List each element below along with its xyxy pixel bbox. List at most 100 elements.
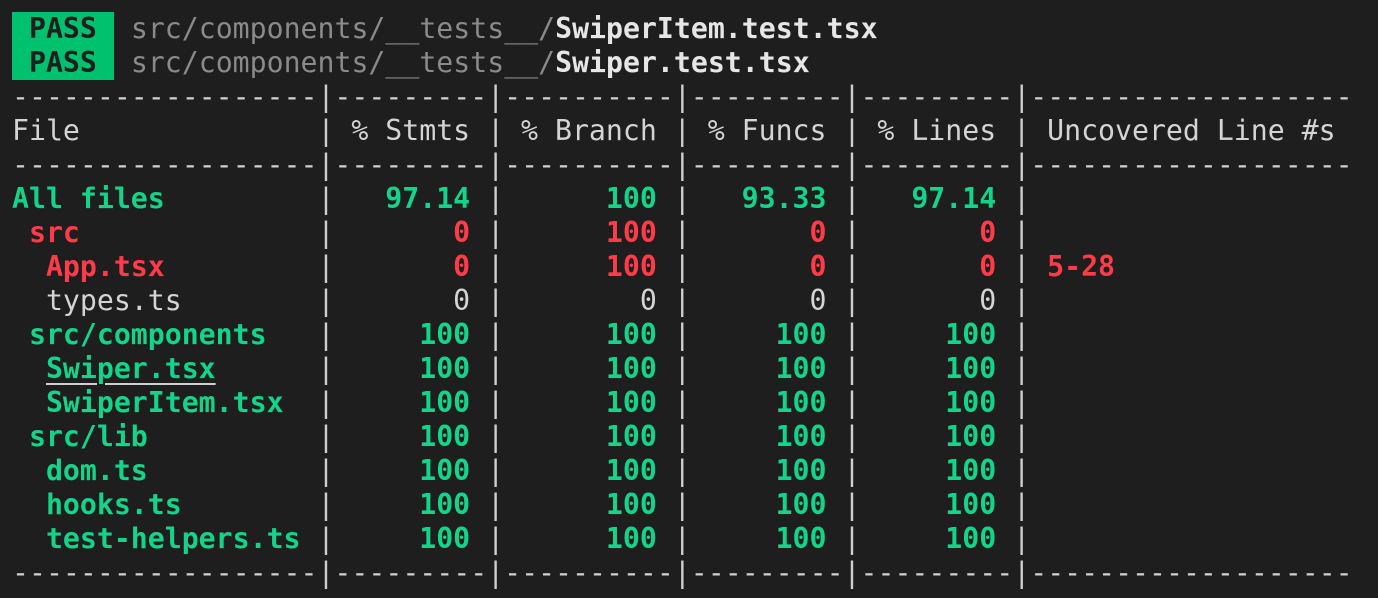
branch-cell: 0 — [504, 284, 674, 318]
lines-cell: 100 — [860, 352, 1013, 386]
stmts-value: 100 — [419, 386, 471, 419]
table-row: dom.ts | 100 | 100 | 100 | 100 | — [12, 454, 1353, 488]
column-divider: | — [317, 284, 335, 317]
column-divider: | — [487, 318, 505, 351]
funcs-value: 100 — [775, 522, 827, 555]
file-cell: SwiperItem.tsx — [12, 386, 317, 420]
funcs-value: 0 — [809, 216, 827, 249]
column-divider: | — [317, 420, 335, 453]
file-cell: test-helpers.ts — [12, 522, 317, 556]
column-divider: | — [673, 454, 691, 487]
branch-cell: 100 — [504, 386, 674, 420]
file-cell: App.tsx — [12, 250, 317, 284]
table-row: All files | 97.14 | 100 | 93.33 | 97.14 | — [12, 182, 1353, 216]
column-divider: | — [1013, 318, 1031, 351]
column-divider: | — [1013, 182, 1031, 215]
test-result-line: PASS src/components/__tests__/Swiper.tes… — [12, 46, 1353, 80]
column-divider: | — [843, 284, 861, 317]
column-divider: | — [673, 352, 691, 385]
column-divider: | — [673, 522, 691, 555]
uncovered-cell — [1030, 352, 1352, 386]
uncovered-lines: 5-28 — [1047, 250, 1116, 283]
coverage-rows: All files | 97.14 | 100 | 93.33 | 97.14 | src… — [12, 182, 1353, 556]
column-divider: | — [843, 250, 861, 283]
funcs-cell: 100 — [691, 318, 844, 352]
stmts-value: 100 — [419, 352, 471, 385]
branch-value: 100 — [605, 488, 657, 521]
file-name: src/components — [28, 318, 267, 351]
column-divider: | — [1013, 250, 1031, 283]
file-name: hooks.ts — [45, 488, 182, 521]
stmts-value: 100 — [419, 318, 471, 351]
header-branch: % Branch — [504, 114, 674, 148]
file-name: All files — [12, 182, 165, 215]
table-row: Swiper.tsx | 100 | 100 | 100 | 100 | — [12, 352, 1353, 386]
funcs-value: 100 — [775, 488, 827, 521]
file-name: src — [28, 216, 80, 249]
lines-value: 100 — [945, 454, 997, 487]
column-divider: | — [487, 386, 505, 419]
stmts-value: 0 — [453, 284, 471, 317]
column-divider: | — [673, 420, 691, 453]
table-separator: ------------------|---------|----------|… — [12, 148, 1353, 181]
branch-cell: 100 — [504, 488, 674, 522]
funcs-cell: 100 — [691, 386, 844, 420]
file-cell: All files — [12, 182, 317, 216]
stmts-value: 100 — [419, 420, 471, 453]
funcs-cell: 0 — [691, 250, 844, 284]
column-divider: | — [843, 488, 861, 521]
lines-value: 100 — [945, 352, 997, 385]
funcs-value: 100 — [775, 352, 827, 385]
column-divider: | — [487, 182, 505, 215]
file-cell: src — [12, 216, 317, 250]
file-cell: Swiper.tsx — [12, 352, 317, 386]
stmts-value: 100 — [419, 454, 471, 487]
file-cell: dom.ts — [12, 454, 317, 488]
column-divider: | — [317, 250, 335, 283]
uncovered-cell — [1030, 454, 1352, 488]
lines-value: 100 — [945, 386, 997, 419]
uncovered-cell — [1030, 386, 1352, 420]
column-divider: | — [843, 420, 861, 453]
test-file: SwiperItem.test.tsx — [555, 12, 878, 45]
funcs-value: 100 — [775, 454, 827, 487]
header-branch-label: % Branch — [521, 114, 657, 147]
stmts-cell: 97.14 — [334, 182, 487, 216]
file-name: App.tsx — [45, 250, 165, 283]
column-divider: | — [487, 420, 505, 453]
file-name: Swiper.tsx — [45, 352, 216, 385]
file-name: SwiperItem.tsx — [45, 386, 284, 419]
column-divider: | — [1013, 216, 1031, 249]
branch-cell: 100 — [504, 352, 674, 386]
file-name: test-helpers.ts — [45, 522, 301, 555]
funcs-value: 0 — [809, 250, 827, 283]
uncovered-cell — [1030, 522, 1352, 556]
header-stmts-label: % Stmts — [351, 114, 471, 147]
branch-value: 0 — [639, 284, 657, 317]
branch-cell: 100 — [504, 454, 674, 488]
uncovered-cell — [1030, 420, 1352, 454]
header-uncovered: Uncovered Line #s — [1030, 114, 1352, 148]
pass-label: PASS — [28, 12, 97, 45]
table-row: types.ts | 0 | 0 | 0 | 0 | — [12, 284, 1353, 318]
stmts-cell: 100 — [334, 318, 487, 352]
column-divider: | — [487, 216, 505, 249]
lines-value: 97.14 — [911, 182, 997, 215]
column-divider: | — [673, 182, 691, 215]
column-divider: | — [673, 318, 691, 351]
branch-cell: 100 — [504, 522, 674, 556]
column-divider: | — [487, 522, 505, 555]
column-divider: | — [843, 114, 861, 147]
uncovered-cell — [1030, 318, 1352, 352]
lines-value: 0 — [979, 250, 997, 283]
column-divider: | — [487, 114, 505, 147]
column-divider: | — [317, 114, 335, 147]
test-dir: src/components/__tests__/ — [130, 46, 556, 79]
stmts-cell: 100 — [334, 420, 487, 454]
file-cell: src/components — [12, 318, 317, 352]
table-row: SwiperItem.tsx | 100 | 100 | 100 | 100 | — [12, 386, 1353, 420]
branch-cell: 100 — [504, 420, 674, 454]
stmts-value: 100 — [419, 522, 471, 555]
lines-value: 100 — [945, 522, 997, 555]
stmts-value: 0 — [453, 250, 471, 283]
